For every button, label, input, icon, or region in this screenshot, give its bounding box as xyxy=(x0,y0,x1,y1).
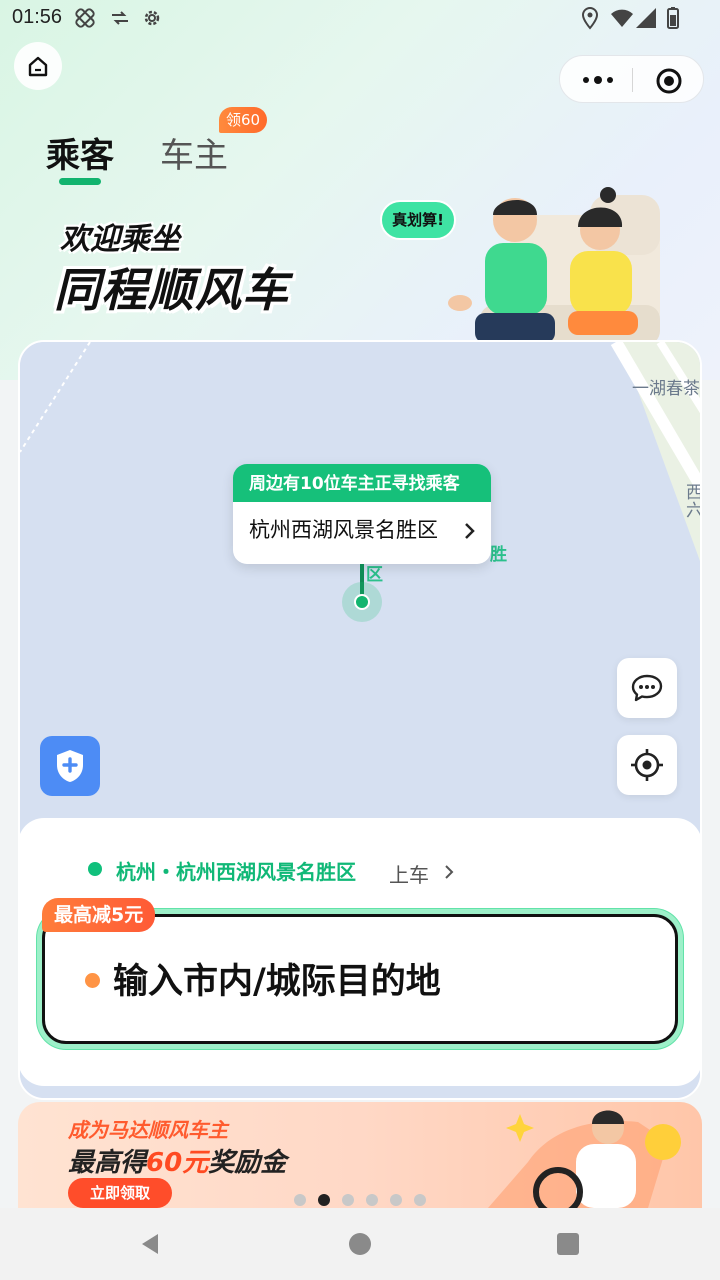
cellular-icon xyxy=(636,8,656,28)
home-button[interactable] xyxy=(14,42,62,90)
battery-icon xyxy=(667,7,679,29)
capsule-divider xyxy=(632,68,633,92)
signal-arrows-icon xyxy=(112,11,128,25)
carousel-dot xyxy=(390,1194,402,1206)
chevron-right-icon xyxy=(445,865,454,879)
tab-active-indicator xyxy=(59,178,101,185)
map-pin xyxy=(354,594,370,610)
claim-now-button[interactable]: 立即领取 xyxy=(68,1178,172,1208)
carousel-indicator xyxy=(294,1194,434,1208)
cross-bandage-icon xyxy=(75,8,95,28)
chat-button[interactable] xyxy=(617,658,677,718)
carousel-dot xyxy=(414,1194,426,1206)
banner-speech-tag: 真划算! xyxy=(380,200,456,240)
banner-brand-text: 同程顺风车 xyxy=(54,263,289,317)
driver-reward-badge: 领60 xyxy=(219,107,268,133)
back-icon[interactable] xyxy=(138,1232,162,1256)
home-nav-icon[interactable] xyxy=(349,1233,371,1255)
promo-title: 成为马达顺风车主 xyxy=(68,1118,228,1142)
promo-subtitle: 最高得60元奖励金 xyxy=(68,1142,286,1179)
pickup-location[interactable]: 杭州・杭州西湖风景名胜区 xyxy=(116,856,356,885)
destination-placeholder: 输入市内/城际目的地 xyxy=(113,962,441,1002)
pickup-action-label[interactable]: 上车 xyxy=(389,859,429,888)
locate-crosshair-icon xyxy=(631,749,663,781)
locate-me-button[interactable] xyxy=(617,735,677,795)
carousel-dot-active xyxy=(318,1194,330,1206)
location-icon xyxy=(581,6,599,30)
pickup-location-label: 杭州西湖风景名胜区 xyxy=(233,502,491,564)
nearby-drivers-text: 周边有10位车主正寻找乘客 xyxy=(233,464,491,502)
map-road-label: 一湖春茶 xyxy=(632,379,700,399)
tab-driver[interactable]: 车主 xyxy=(160,128,228,177)
promo-subtitle-suffix: 奖励金 xyxy=(208,1148,287,1178)
home-icon xyxy=(28,56,48,77)
status-bar: 01:56 xyxy=(0,0,720,36)
pickup-dot xyxy=(88,862,102,876)
safety-center-button[interactable] xyxy=(40,736,100,796)
driver-recruit-banner[interactable]: 成为马达顺风车主 最高得60元奖励金 立即领取 xyxy=(18,1102,702,1208)
status-time: 01:56 xyxy=(12,6,63,28)
tab-passenger[interactable]: 乘客 xyxy=(46,128,114,177)
target-icon[interactable] xyxy=(655,67,683,95)
wifi-icon xyxy=(611,9,633,27)
system-nav-bar xyxy=(0,1208,720,1280)
booking-panel: 杭州・杭州西湖风景名胜区 上车 输入市内/城际目的地 最高减5元 xyxy=(18,818,702,1086)
carousel-dot xyxy=(342,1194,354,1206)
pickup-tooltip[interactable]: 周边有10位车主正寻找乘客 杭州西湖风景名胜区 xyxy=(233,464,491,564)
destination-input[interactable]: 输入市内/城际目的地 xyxy=(42,914,678,1044)
chat-bubble-icon xyxy=(631,674,663,702)
map-road-label: 六 xyxy=(686,501,702,521)
passengers-illustration xyxy=(448,187,660,345)
destination-dot xyxy=(85,973,100,988)
promo-amount: 60元 xyxy=(146,1148,209,1178)
pickup-location-name: 杭州西湖风景名胜区 xyxy=(249,518,438,542)
discount-badge: 最高减5元 xyxy=(42,898,156,932)
chevron-right-icon xyxy=(465,523,475,539)
shield-plus-icon xyxy=(57,750,83,782)
promo-subtitle-prefix: 最高得 xyxy=(68,1148,147,1178)
recents-icon[interactable] xyxy=(557,1233,579,1255)
carousel-dot xyxy=(294,1194,306,1206)
map-poi-label: 胜 xyxy=(490,545,507,565)
mini-program-capsule xyxy=(559,55,704,103)
gear-icon xyxy=(144,10,160,26)
more-dots-icon[interactable] xyxy=(580,70,616,90)
carousel-dot xyxy=(366,1194,378,1206)
driver-illustration xyxy=(488,1110,681,1208)
banner-welcome-text: 欢迎乘坐 xyxy=(60,222,180,257)
